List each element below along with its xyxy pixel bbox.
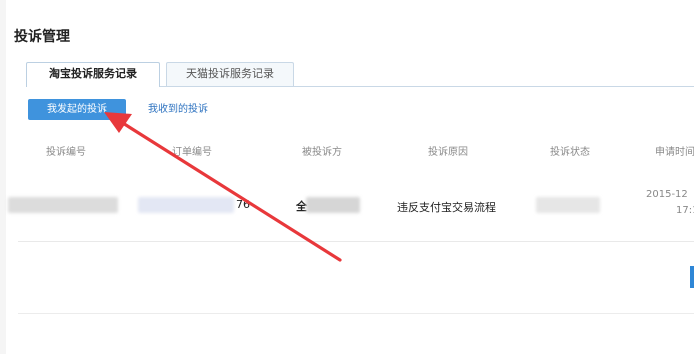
header-reason: 投诉原因 — [428, 147, 468, 158]
page-title: 投诉管理 — [14, 29, 70, 45]
header-status: 投诉状态 — [550, 147, 590, 158]
order-id-redacted — [138, 197, 234, 213]
complaint-reason: 违反支付宝交易流程 — [397, 201, 496, 214]
status-redacted — [536, 197, 600, 213]
header-complaint-id: 投诉编号 — [46, 147, 86, 158]
respondent-redacted — [306, 197, 360, 213]
tab-taobao-complaints[interactable]: 淘宝投诉服务记录 — [26, 62, 160, 87]
row-divider-bottom — [18, 313, 694, 314]
table-header: 投诉编号 订单编号 被投诉方 投诉原因 投诉状态 申请时间 — [0, 143, 694, 161]
tab-tmall-complaints[interactable]: 天猫投诉服务记录 — [166, 62, 294, 86]
header-respondent: 被投诉方 — [302, 147, 342, 158]
header-order-id: 订单编号 — [172, 147, 212, 158]
apply-time: 17:11 — [676, 205, 694, 216]
my-received-complaints-link[interactable]: 我收到的投诉 — [148, 99, 208, 120]
apply-date: 2015-12 — [646, 189, 688, 200]
complaint-id-redacted — [8, 197, 118, 213]
my-initiated-complaints-button[interactable]: 我发起的投诉 — [28, 99, 126, 120]
order-id-suffix: 76 — [236, 198, 250, 211]
table-row: 76 全 违反支付宝交易流程 2015-12 17:11 — [0, 175, 694, 241]
header-apply-time: 申请时间 — [655, 147, 694, 158]
action-button-edge[interactable] — [690, 266, 694, 288]
row-divider — [18, 241, 694, 242]
